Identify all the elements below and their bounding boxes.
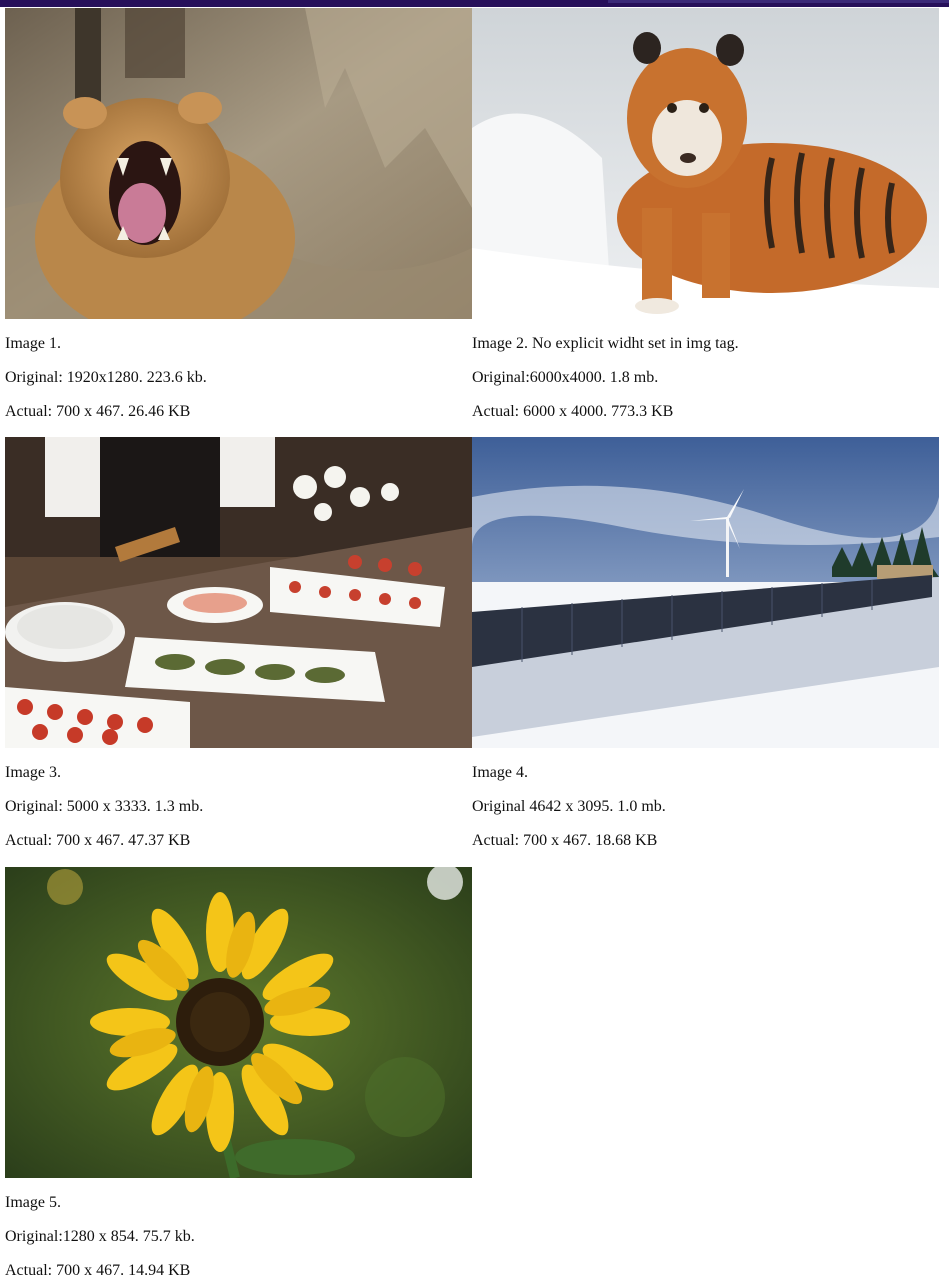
sunflower-photo [5, 867, 472, 1178]
image-card-5: Image 5. Original:1280 x 854. 75.7 kb. A… [5, 867, 472, 1280]
image-actual-size: Actual: 700 x 467. 18.68 KB [472, 832, 658, 849]
image-actual-size: Actual: 700 x 467. 14.94 KB [5, 1262, 191, 1279]
image-actual-size: Actual: 6000 x 4000. 773.3 KB [472, 403, 674, 420]
tiger-image [472, 8, 939, 319]
sunflower-image [5, 867, 472, 1178]
image-title: Image 3. [5, 764, 61, 781]
image-card-2: Image 2. No explicit widht set in img ta… [472, 8, 939, 421]
solar-panels-photo [472, 437, 939, 748]
image-title: Image 5. [5, 1194, 61, 1211]
image-original-size: Original 4642 x 3095. 1.0 mb. [472, 798, 666, 815]
image-actual-size: Actual: 700 x 467. 47.37 KB [5, 832, 191, 849]
image-card-3: Image 3. Original: 5000 x 3333. 1.3 mb. … [5, 437, 472, 850]
top-accent-tab [608, 0, 949, 3]
image-card-1: Image 1. Original: 1920x1280. 223.6 kb. … [5, 8, 472, 421]
image-original-size: Original:6000x4000. 1.8 mb. [472, 369, 659, 386]
image-actual-size: Actual: 700 x 467. 26.46 KB [5, 403, 191, 420]
image-title: Image 4. [472, 764, 528, 781]
tiger-photo [472, 8, 939, 319]
image-original-size: Original:1280 x 854. 75.7 kb. [5, 1228, 195, 1245]
image-card-4: Image 4. Original 4642 x 3095. 1.0 mb. A… [472, 437, 939, 850]
image-original-size: Original: 5000 x 3333. 1.3 mb. [5, 798, 204, 815]
image-title: Image 2. No explicit widht set in img ta… [472, 335, 739, 352]
solar-panels-image [472, 437, 939, 748]
top-accent-bar [0, 0, 949, 7]
buffet-image [5, 437, 472, 748]
buffet-photo [5, 437, 472, 748]
image-original-size: Original: 1920x1280. 223.6 kb. [5, 369, 207, 386]
image-title: Image 1. [5, 335, 61, 352]
lioness-photo [5, 8, 472, 319]
lioness-image [5, 8, 472, 319]
